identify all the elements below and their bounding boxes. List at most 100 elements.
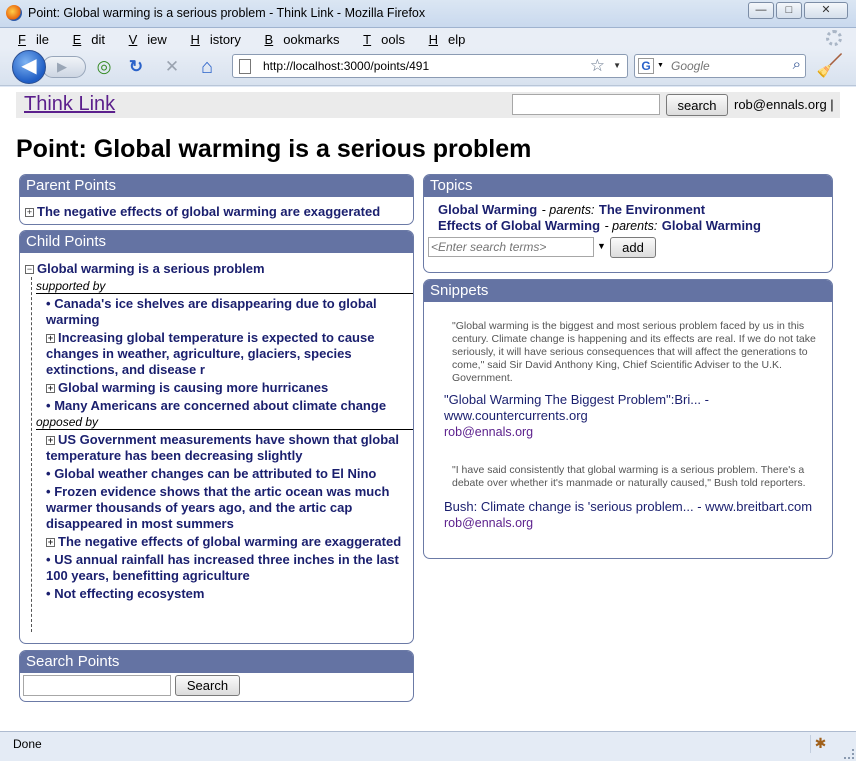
panel-heading: Snippets: [424, 280, 832, 302]
expand-icon[interactable]: +: [46, 538, 55, 547]
snippet-user-link[interactable]: rob@ennals.org: [444, 515, 822, 531]
firefox-icon: [6, 5, 22, 21]
window-title: Point: Global warming is a serious probl…: [28, 6, 426, 20]
snippets-panel: Snippets "Global warming is the biggest …: [423, 279, 833, 559]
engine-dropdown-icon[interactable]: ▼: [657, 62, 664, 69]
tree-connector: [31, 277, 32, 632]
topic-item: Global Warming - parents: The Environmen…: [438, 202, 706, 217]
relations-list: supported by • Canada's ice shelves are …: [36, 279, 413, 602]
search-points-button[interactable]: Search: [175, 675, 240, 696]
menu-bookmarks[interactable]: Bookmarks: [256, 30, 341, 47]
resize-grip-icon[interactable]: [844, 749, 854, 759]
topic-link[interactable]: Global Warming: [438, 202, 537, 217]
expand-icon[interactable]: +: [46, 334, 55, 343]
topic-link[interactable]: Effects of Global Warming: [438, 218, 600, 233]
forward-button[interactable]: ▶: [42, 56, 86, 78]
expand-icon[interactable]: +: [46, 436, 55, 445]
menu-edit[interactable]: Edit: [64, 30, 106, 47]
snippet-source: Bush: Climate change is 'serious problem…: [424, 490, 832, 531]
back-button[interactable]: ◀: [12, 50, 46, 84]
forward-icon: ▶: [57, 59, 67, 74]
window-titlebar: Point: Global warming is a serious probl…: [0, 0, 856, 28]
topics-list: Global Warming - parents: The Environmen…: [424, 197, 832, 234]
snippet-source-link[interactable]: Bush: Climate change is 'serious problem…: [444, 499, 822, 515]
web-search-input[interactable]: [669, 57, 779, 75]
list-item[interactable]: • US annual rainfall has increased three…: [36, 552, 413, 584]
menu-help[interactable]: Help: [420, 30, 467, 47]
add-topic-form: ▼ add: [424, 234, 832, 264]
firebug-icon[interactable]: ✱: [810, 735, 830, 753]
broom-icon[interactable]: 🧹: [816, 52, 844, 80]
list-item[interactable]: + US Government measurements have shown t…: [36, 432, 413, 464]
back-icon: ◀: [21, 55, 37, 77]
menu-bar: File Edit View History Bookmarks Tools H…: [0, 28, 856, 48]
page-icon: [239, 59, 251, 74]
url-dropdown-icon[interactable]: ▼: [613, 61, 621, 70]
panel-heading: Topics: [424, 175, 832, 197]
new-tab-icon[interactable]: ◎: [94, 57, 114, 77]
topic-search-input[interactable]: [428, 237, 594, 257]
google-icon[interactable]: G: [638, 58, 654, 74]
child-points-tree: − Global warming is a serious problem sup…: [20, 253, 413, 632]
root-point[interactable]: − Global warming is a serious problem: [25, 260, 413, 278]
site-search-button[interactable]: search: [666, 94, 728, 116]
throbber-icon: [826, 30, 842, 46]
site-search-input[interactable]: [512, 94, 660, 115]
list-item[interactable]: + The negative effects of global warming …: [36, 534, 413, 550]
menu-view[interactable]: View: [120, 30, 168, 47]
search-magnifier-icon[interactable]: ⌕: [793, 56, 801, 73]
panel-heading: Search Points: [20, 651, 413, 673]
reload-icon[interactable]: ↻: [126, 57, 146, 77]
minimize-button[interactable]: —: [748, 2, 774, 19]
home-icon[interactable]: ⌂: [197, 57, 217, 77]
expand-icon[interactable]: +: [25, 208, 34, 217]
snippet-item: "I have said consistently that global wa…: [424, 440, 832, 490]
maximize-button[interactable]: □: [776, 2, 802, 19]
page-content: Think Link search rob@ennals.org | Point…: [0, 87, 856, 731]
child-points-panel: Child Points − Global warming is a seriou…: [19, 230, 414, 644]
panel-heading: Child Points: [20, 231, 413, 253]
opposed-by-label: opposed by: [36, 415, 413, 430]
add-topic-button[interactable]: add: [610, 237, 656, 258]
expand-icon[interactable]: +: [46, 384, 55, 393]
snippet-quote: "Global warming is the biggest and most …: [452, 320, 816, 384]
list-item[interactable]: • Frozen evidence shows that the artic o…: [36, 484, 413, 532]
user-label: rob@ennals.org |: [734, 97, 834, 112]
site-logo-link[interactable]: Think Link: [24, 93, 115, 116]
list-item[interactable]: • Not effecting ecosystem: [36, 586, 413, 602]
snippet-source: "Global Warming The Biggest Problem":Bri…: [424, 385, 832, 440]
topic-dropdown-icon[interactable]: ▼: [597, 241, 606, 251]
search-points-input[interactable]: [23, 675, 171, 696]
search-points-form: Search: [20, 673, 413, 701]
search-bar[interactable]: G ▼ ⌕: [634, 54, 806, 78]
search-points-panel: Search Points Search: [19, 650, 414, 702]
menu-history[interactable]: History: [181, 30, 241, 47]
navigation-toolbar: ▶ ◀ ◎ ↻ ✕ ⌂ ☆ ▼ G ▼ ⌕: [0, 48, 856, 86]
url-input[interactable]: [261, 57, 581, 75]
snippet-source-link[interactable]: "Global Warming The Biggest Problem":Bri…: [444, 392, 822, 424]
close-button[interactable]: ✕: [804, 2, 848, 19]
collapse-icon[interactable]: −: [25, 265, 34, 274]
list-item[interactable]: + Global warming is causing more hurrican…: [36, 380, 413, 396]
menu-tools[interactable]: Tools: [354, 30, 406, 47]
topics-panel: Topics Global Warming - parents: The Env…: [423, 174, 833, 273]
address-bar[interactable]: ☆ ▼: [232, 54, 628, 78]
panel-heading: Parent Points: [20, 175, 413, 197]
list-item[interactable]: • Many Americans are concerned about cli…: [36, 398, 413, 414]
site-header: Think Link search rob@ennals.org |: [16, 92, 840, 118]
list-item[interactable]: • Canada's ice shelves are disappearing …: [36, 296, 413, 328]
snippet-user-link[interactable]: rob@ennals.org: [444, 424, 822, 440]
supported-by-label: supported by: [36, 279, 413, 294]
page-title: Point: Global warming is a serious probl…: [16, 135, 532, 163]
list-item[interactable]: + Increasing global temperature is expect…: [36, 330, 413, 378]
stop-icon[interactable]: ✕: [162, 57, 182, 77]
topic-item: Effects of Global Warming - parents: Glo…: [438, 218, 761, 233]
snippet-quote: "I have said consistently that global wa…: [452, 464, 806, 489]
parent-points-panel: Parent Points + The negative effects of g…: [19, 174, 414, 225]
bookmark-star-icon[interactable]: ☆: [590, 56, 605, 76]
topic-parent-link[interactable]: The Environment: [599, 202, 705, 217]
parent-point-item[interactable]: + The negative effects of global warming …: [20, 197, 413, 221]
topic-parent-link[interactable]: Global Warming: [662, 218, 761, 233]
list-item[interactable]: • Global weather changes can be attribut…: [36, 466, 413, 482]
menu-file[interactable]: File: [9, 30, 50, 47]
